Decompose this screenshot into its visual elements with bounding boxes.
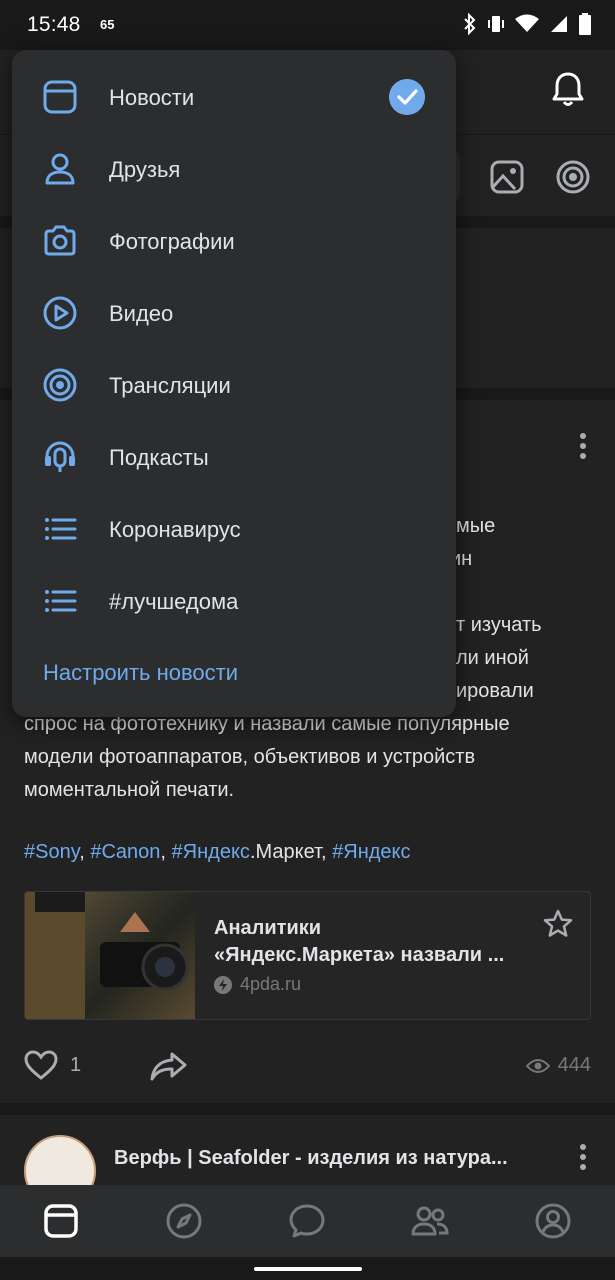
check-icon	[389, 79, 425, 115]
lightning-icon	[214, 975, 232, 994]
menu-item-podcasts[interactable]: Подкасты	[12, 421, 456, 493]
bluetooth-icon	[464, 13, 476, 35]
snippet-title-line: Аналитики	[214, 917, 322, 939]
post-actions: 1 444	[24, 1050, 591, 1086]
menu-item-stay-home[interactable]: #лучшедома	[12, 565, 456, 637]
avatar[interactable]	[24, 1135, 96, 1185]
customize-news-link[interactable]: Настроить новости	[43, 660, 238, 686]
vibrate-icon	[488, 16, 504, 32]
hashtags: #Sony, #Canon, #Яндекс.Маркет, #Яндекс	[24, 841, 411, 864]
post-text-fragment: ли иной	[456, 647, 529, 669]
wifi-icon	[515, 14, 539, 32]
menu-item-photos[interactable]: Фотографии	[12, 205, 456, 277]
hashtag-separator: .Маркет,	[249, 841, 333, 863]
post: Верфь | Seafolder - изделия из натура...	[0, 1115, 615, 1185]
list-icon	[45, 590, 77, 612]
snippet-title-line: «Яндекс.Маркета» назвали ...	[214, 944, 505, 966]
status-icons	[463, 13, 591, 35]
snippet-image	[25, 892, 195, 1019]
camera-icon	[44, 225, 76, 256]
menu-item-video[interactable]: Видео	[12, 277, 456, 349]
like-count: 1	[70, 1053, 82, 1076]
live-icon[interactable]	[555, 159, 591, 195]
podcast-icon	[45, 441, 75, 472]
camera-photo-illustration	[25, 892, 189, 1019]
bell-icon[interactable]	[551, 70, 585, 108]
tab-messages-icon[interactable]	[287, 1201, 327, 1241]
menu-item-label: Новости	[109, 85, 195, 110]
feed-dropdown-menu: Новости Друзья Фотографии Видео Трансляц…	[12, 50, 456, 717]
snippet-source: 4pda.ru	[214, 974, 301, 995]
menu-item-label: #лучшедома	[109, 589, 239, 614]
post-author-name[interactable]: Верфь | Seafolder - изделия из натура...	[114, 1147, 508, 1170]
status-time: 15:48	[27, 13, 81, 36]
tab-profile-icon[interactable]	[533, 1201, 573, 1241]
home-indicator-bar[interactable]	[254, 1267, 362, 1271]
post-text-line: модели фотоаппаратов, объективов и устро…	[24, 746, 476, 768]
battery-icon	[579, 13, 591, 35]
views-counter: 444	[525, 1054, 591, 1077]
tab-news-icon[interactable]	[41, 1201, 81, 1241]
post-text-fragment: ировали	[456, 680, 534, 702]
share-icon[interactable]	[150, 1050, 188, 1082]
tab-bar	[0, 1185, 615, 1257]
tab-discover-icon[interactable]	[164, 1201, 204, 1241]
home-indicator	[0, 1257, 615, 1280]
menu-item-coronavirus[interactable]: Коронавирус	[12, 493, 456, 565]
newsfeed-icon	[43, 80, 77, 114]
views-count: 444	[557, 1054, 591, 1076]
post-text-line: моментальной печати.	[24, 779, 235, 801]
eye-icon	[525, 1058, 550, 1073]
heart-icon	[24, 1050, 58, 1080]
menu-item-broadcasts[interactable]: Трансляции	[12, 349, 456, 421]
hashtag-separator: ,	[79, 841, 91, 863]
menu-item-label: Видео	[109, 301, 174, 326]
link-snippet[interactable]: Аналитики «Яндекс.Маркета» назвали ... 4…	[24, 891, 591, 1020]
menu-item-label: Фотографии	[109, 229, 235, 254]
post-text-fragment: т изучать	[456, 614, 542, 636]
snippet-source-domain: 4pda.ru	[240, 974, 302, 994]
menu-item-label: Трансляции	[109, 373, 231, 398]
hashtag-link[interactable]: #Яндекс	[172, 841, 250, 863]
live-broadcast-icon	[43, 368, 77, 402]
hashtag-separator: ,	[160, 841, 172, 863]
hashtag-link[interactable]: #Canon	[90, 841, 160, 863]
menu-item-label: Подкасты	[109, 445, 209, 470]
signal-icon	[551, 16, 567, 32]
hashtag-link[interactable]: #Яндекс	[332, 841, 410, 863]
user-icon	[45, 153, 75, 185]
status-notification-count: 65	[100, 17, 115, 32]
photo-icon[interactable]	[489, 159, 525, 195]
hashtag-link[interactable]: #Sony	[24, 841, 79, 863]
list-icon	[45, 518, 77, 540]
post-text-fragment: мые	[456, 515, 496, 537]
like-button[interactable]: 1	[24, 1050, 81, 1080]
star-icon[interactable]	[542, 908, 574, 940]
more-icon[interactable]	[579, 1143, 587, 1171]
video-play-icon	[43, 296, 77, 330]
tab-friends-icon[interactable]	[410, 1201, 450, 1241]
menu-item-label: Коронавирус	[109, 517, 241, 542]
more-icon[interactable]	[579, 432, 587, 460]
snippet-title: Аналитики «Яндекс.Маркета» назвали ...	[214, 915, 534, 969]
menu-item-news[interactable]: Новости	[12, 61, 456, 133]
menu-item-friends[interactable]: Друзья	[12, 133, 456, 205]
menu-item-label: Друзья	[109, 157, 181, 182]
status-bar: 15:48 65	[0, 0, 615, 50]
